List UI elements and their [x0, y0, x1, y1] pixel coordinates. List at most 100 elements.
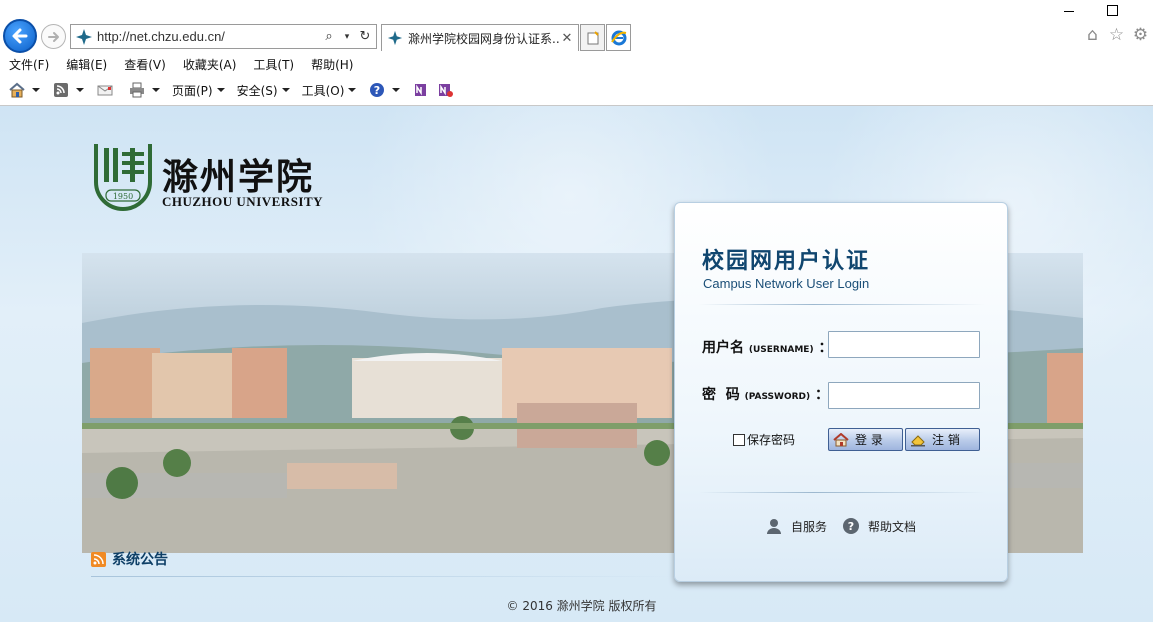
username-input[interactable] [828, 331, 980, 358]
self-service-label: 自服务 [791, 519, 828, 534]
login-subtitle: Campus Network User Login [703, 276, 870, 291]
logout-button[interactable]: 注 销 [905, 428, 980, 451]
footer-copyright: © 2016 滁州学院 版权所有 [506, 599, 657, 613]
login-title: 校园网用户认证 [702, 249, 871, 274]
remember-checkbox[interactable] [733, 433, 745, 446]
feeds-command[interactable] [52, 82, 84, 98]
maximize-button[interactable] [1107, 5, 1118, 16]
feeds-dropdown-icon[interactable] [76, 88, 84, 92]
page-menu[interactable]: 页面(P) [172, 82, 225, 99]
tab-close-icon[interactable]: ✕ [560, 31, 574, 46]
gear-icon[interactable]: ⚙ [1131, 26, 1150, 45]
page-content: 1950 滁州学院 CHUZHOU UNIVERSITY 系统公告 © 2016… [0, 106, 1153, 622]
self-service-link[interactable]: 自服务 [765, 517, 827, 535]
notice-divider [91, 576, 676, 577]
panel-divider-top [699, 304, 985, 305]
onenote-send-command[interactable] [412, 82, 432, 98]
ie-tab-button[interactable] [606, 24, 631, 51]
browser-chrome: http://net.chzu.edu.cn/ ⌕ ▾ ↻ 滁州学院校园网身份认… [0, 0, 1153, 106]
password-label-en: (PASSWORD) [744, 392, 811, 402]
logo-emblem [94, 144, 152, 211]
home-icon[interactable]: ⌂ [1083, 26, 1102, 45]
rss-icon [91, 551, 106, 567]
url-text[interactable]: http://net.chzu.edu.cn/ [97, 29, 322, 44]
username-label-en: (USERNAME) [748, 345, 814, 355]
new-tab-icon [587, 30, 599, 44]
safety-menu-label: 安全(S) [236, 83, 278, 98]
password-colon: ： [815, 387, 830, 403]
onenote-send-icon [415, 84, 427, 96]
tools-dropdown-icon [348, 88, 357, 92]
remember-password[interactable]: 保存密码 [733, 431, 795, 448]
login-panel: 校园网用户认证 Campus Network User Login 用户名 (U… [674, 202, 1008, 582]
home-dropdown-icon[interactable] [32, 88, 40, 92]
minimize-button[interactable] [1063, 2, 1077, 16]
page-menu-label: 页面(P) [172, 83, 213, 98]
username-label-cn: 用户名 [702, 340, 744, 356]
eraser-icon [911, 434, 925, 446]
page-dropdown-icon [216, 88, 225, 92]
user-icon [767, 519, 781, 534]
password-label-cn: 密 码 [702, 387, 740, 403]
menu-favorites[interactable]: 收藏夹(A) [174, 56, 245, 73]
refresh-icon[interactable]: ↻ [358, 29, 372, 44]
remember-label: 保存密码 [747, 433, 796, 447]
onenote-linked-command[interactable] [436, 82, 456, 98]
menu-file[interactable]: 文件(F) [0, 56, 57, 73]
tools-menu[interactable]: 工具(O) [302, 82, 357, 99]
mail-command[interactable] [96, 82, 116, 98]
home-command-icon [9, 82, 25, 98]
tab-active[interactable]: 滁州学院校园网身份认证系... ✕ [381, 24, 579, 51]
question-circle-icon: ? [843, 518, 859, 534]
safety-dropdown-icon [281, 88, 290, 92]
new-tab-button[interactable] [580, 24, 605, 51]
svg-text:?: ? [848, 520, 854, 533]
help-dropdown-icon[interactable] [392, 88, 401, 92]
help-doc-label: 帮助文档 [868, 519, 917, 534]
logout-button-label: 注 销 [932, 433, 960, 447]
rss-feed-icon [54, 83, 68, 97]
favorites-star-icon[interactable]: ☆ [1107, 26, 1126, 45]
logo-name-cn: 滁州学院 [162, 156, 315, 198]
safety-menu[interactable]: 安全(S) [237, 82, 290, 99]
onenote-linked-icon [439, 84, 454, 97]
forward-button[interactable] [41, 24, 66, 49]
arrow-left-icon [12, 28, 28, 44]
rss-glyph [93, 553, 104, 564]
mail-icon [97, 85, 113, 96]
back-button[interactable] [3, 19, 37, 53]
panel-divider-bottom [699, 492, 985, 493]
arrow-right-icon [47, 31, 59, 42]
printer-icon [130, 82, 144, 98]
search-icon[interactable]: ⌕ [322, 29, 336, 44]
home-command[interactable] [8, 82, 40, 98]
help-command[interactable]: ? [368, 82, 401, 98]
dropdown-arrow-icon[interactable]: ▾ [340, 30, 354, 44]
svg-text:?: ? [374, 84, 380, 97]
login-button-label: 登 录 [855, 433, 883, 447]
logo-name-en: CHUZHOU UNIVERSITY [162, 194, 324, 209]
university-logo: 1950 滁州学院 CHUZHOU UNIVERSITY [92, 142, 332, 214]
menu-bar: 文件(F) 编辑(E) 查看(V) 收藏夹(A) 工具(T) 帮助(H) [0, 53, 361, 75]
logo-year: 1950 [112, 192, 134, 201]
password-label: 密 码 (PASSWORD) ： [702, 384, 829, 404]
system-notice: 系统公告 [91, 549, 168, 569]
username-label: 用户名 (USERNAME) ： [702, 337, 832, 357]
tools-menu-label: 工具(O) [301, 83, 345, 98]
address-bar[interactable]: http://net.chzu.edu.cn/ ⌕ ▾ ↻ [70, 24, 377, 49]
menu-tools[interactable]: 工具(T) [244, 56, 302, 73]
tab-title: 滁州学院校园网身份认证系... [408, 31, 560, 46]
help-circle-icon: ? [370, 83, 385, 97]
ie-logo-icon [610, 30, 626, 45]
password-input[interactable] [828, 382, 980, 409]
print-command[interactable] [128, 82, 160, 98]
menu-edit[interactable]: 编辑(E) [57, 56, 115, 73]
help-doc-link[interactable]: ? 帮助文档 [842, 517, 916, 535]
login-button[interactable]: 登 录 [828, 428, 903, 451]
notice-title[interactable]: 系统公告 [112, 549, 168, 569]
print-dropdown-icon[interactable] [152, 88, 160, 92]
menu-view[interactable]: 查看(V) [115, 56, 174, 73]
menu-help[interactable]: 帮助(H) [302, 56, 361, 73]
site-favicon-icon [76, 28, 92, 45]
command-bar: 页面(P) 安全(S) 工具(O) ? [0, 78, 468, 102]
